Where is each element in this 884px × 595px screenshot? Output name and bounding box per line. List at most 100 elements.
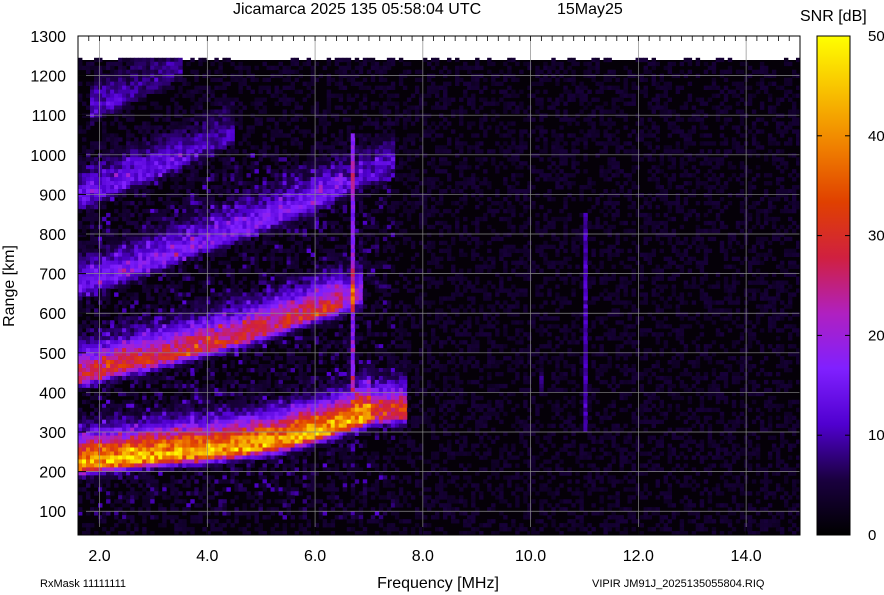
heatmap-cell: [266, 340, 271, 345]
heatmap-cell: [150, 161, 155, 166]
heatmap-cell: [178, 228, 183, 234]
heatmap-cell: [98, 367, 103, 373]
heatmap-cell: [166, 85, 171, 90]
heatmap-cell: [110, 165, 115, 170]
heatmap-cell: [254, 340, 259, 345]
heatmap-cell: [78, 511, 83, 516]
heatmap-cell: [258, 527, 263, 532]
heatmap-cell: [198, 300, 203, 305]
heatmap-cell: [242, 256, 247, 261]
heatmap-cell: [222, 296, 227, 301]
heatmap-cell: [266, 204, 271, 210]
heatmap-cell: [182, 395, 187, 401]
heatmap-cell: [258, 228, 263, 234]
heatmap-cell: [274, 427, 279, 433]
heatmap-cell: [78, 383, 83, 389]
heatmap-cell: [138, 340, 143, 345]
heatmap-cell: [110, 149, 115, 154]
heatmap-cell: [222, 300, 227, 305]
heatmap-cell: [86, 471, 91, 476]
heatmap-cell: [190, 133, 195, 138]
heatmap-cell: [158, 332, 163, 337]
heatmap-cell: [262, 240, 267, 246]
heatmap-cell: [150, 113, 155, 118]
heatmap-cell: [218, 189, 223, 194]
heatmap-cell: [78, 367, 83, 373]
heatmap-cell: [138, 439, 143, 444]
heatmap-cell: [174, 371, 179, 377]
heatmap-cell: [146, 407, 151, 413]
heatmap-cell: [246, 447, 251, 452]
heatmap-cell: [274, 300, 279, 305]
heatmap-cell: [102, 244, 107, 250]
heatmap-cell: [290, 208, 295, 214]
heatmap-cell: [274, 200, 279, 206]
heatmap-cell: [238, 300, 243, 305]
heatmap-cell: [222, 236, 227, 242]
heatmap-cell: [138, 61, 143, 67]
heatmap-cell: [102, 527, 107, 532]
heatmap-cell: [182, 519, 187, 524]
heatmap-cell: [218, 185, 223, 190]
heatmap-cell: [114, 252, 119, 258]
heatmap-cell: [102, 455, 107, 460]
heatmap-cell: [126, 268, 131, 273]
heatmap-cell: [214, 455, 219, 460]
heatmap-cell: [194, 105, 199, 110]
heatmap-cell: [86, 379, 91, 385]
heatmap-cell: [90, 375, 95, 381]
heatmap-cell: [214, 228, 219, 234]
heatmap-cell: [254, 216, 259, 222]
heatmap-cell: [154, 264, 159, 269]
heatmap-cell: [274, 248, 279, 254]
heatmap-cell: [198, 236, 203, 242]
heatmap-cell: [166, 296, 171, 301]
heatmap-cell: [150, 455, 155, 460]
heatmap-cell: [194, 360, 199, 365]
heatmap-cell: [258, 395, 263, 401]
heatmap-cell: [198, 447, 203, 452]
heatmap-cell: [214, 439, 219, 444]
heatmap-cell: [106, 447, 111, 452]
heatmap-cell: [142, 419, 147, 425]
heatmap-cell: [150, 81, 155, 87]
heatmap-cell: [178, 236, 183, 242]
heatmap-cell: [270, 423, 275, 429]
heatmap-cell: [262, 97, 267, 102]
heatmap-cell: [218, 113, 223, 118]
plot-area: [77, 35, 801, 536]
heatmap-cell: [154, 336, 159, 341]
heatmap-cell: [154, 89, 159, 94]
heatmap-cell: [90, 356, 95, 361]
heatmap-cell: [298, 523, 304, 528]
heatmap-cell: [106, 192, 111, 198]
heatmap-cell: [142, 169, 147, 174]
heatmap-cell: [182, 435, 187, 440]
heatmap-cell: [226, 423, 231, 429]
heatmap-cell: [166, 149, 171, 154]
heatmap-cell: [190, 383, 195, 389]
heatmap-cell: [214, 379, 219, 385]
heatmap-cell: [286, 324, 291, 329]
heatmap-cell: [138, 216, 143, 222]
heatmap-cell: [174, 427, 179, 433]
heatmap-cell: [294, 228, 300, 234]
heatmap-cell: [94, 459, 99, 464]
heatmap-cell: [294, 61, 300, 67]
heatmap-cell: [258, 89, 263, 94]
heatmap-cell: [202, 161, 207, 166]
heatmap-cell: [130, 451, 135, 456]
heatmap-cell: [274, 435, 279, 440]
heatmap-cell: [134, 181, 139, 186]
heatmap-cell: [238, 208, 243, 214]
heatmap-cell: [290, 324, 295, 329]
heatmap-cell: [254, 419, 259, 425]
heatmap-cell: [270, 435, 275, 440]
heatmap-cell: [134, 423, 139, 429]
heatmap-cell: [146, 85, 151, 90]
heatmap-cell: [298, 276, 304, 281]
heatmap-cell: [222, 212, 227, 218]
heatmap-cell: [158, 65, 163, 71]
heatmap-cell: [102, 475, 107, 480]
heatmap-cell: [286, 177, 291, 182]
